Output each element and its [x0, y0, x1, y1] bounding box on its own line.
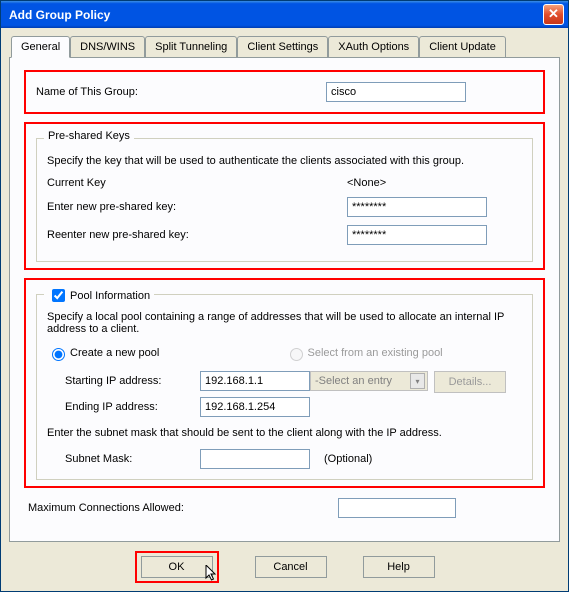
tab-general[interactable]: General — [11, 36, 70, 58]
titlebar: Add Group Policy ✕ — [1, 1, 568, 28]
tab-xauth-options[interactable]: XAuth Options — [328, 36, 419, 57]
tab-client-settings[interactable]: Client Settings — [237, 36, 328, 57]
subnet-mask-input[interactable] — [200, 449, 310, 469]
max-connections-input[interactable] — [338, 498, 456, 518]
subnet-optional-label: (Optional) — [324, 453, 372, 465]
psk-section: Pre-shared Keys Specify the key that wil… — [24, 122, 545, 270]
general-pane: Name of This Group: Pre-shared Keys Spec… — [9, 57, 560, 542]
current-key-value: <None> — [347, 177, 386, 189]
window-title: Add Group Policy — [9, 8, 543, 22]
tab-bar: General DNS/WINS Split Tunneling Client … — [11, 36, 560, 57]
radio-create-new-label: Create a new pool — [70, 347, 159, 359]
radio-select-existing-pool — [290, 348, 303, 361]
pool-section: Pool Information Specify a local pool co… — [24, 278, 545, 488]
group-name-input[interactable] — [326, 82, 466, 102]
radio-create-new-pool[interactable] — [52, 348, 65, 361]
pool-description: Specify a local pool containing a range … — [47, 311, 522, 335]
details-button: Details... — [434, 371, 506, 393]
enter-key-label: Enter new pre-shared key: — [47, 201, 347, 213]
group-name-label: Name of This Group: — [36, 86, 326, 98]
current-key-label: Current Key — [47, 177, 347, 189]
max-connections-label: Maximum Connections Allowed: — [28, 502, 338, 514]
close-button[interactable]: ✕ — [543, 4, 564, 25]
psk-legend: Pre-shared Keys — [44, 130, 134, 142]
group-name-section: Name of This Group: — [24, 70, 545, 114]
radio-select-existing-label: Select from an existing pool — [308, 347, 443, 359]
psk-description: Specify the key that will be used to aut… — [47, 155, 522, 167]
enter-key-input[interactable] — [347, 197, 487, 217]
tab-client-update[interactable]: Client Update — [419, 36, 506, 57]
subnet-description: Enter the subnet mask that should be sen… — [47, 427, 522, 439]
pool-fieldset: Pool Information Specify a local pool co… — [36, 294, 533, 480]
pool-legend-label: Pool Information — [70, 290, 150, 302]
close-icon: ✕ — [548, 6, 559, 21]
psk-fieldset: Pre-shared Keys Specify the key that wil… — [36, 138, 533, 262]
tab-split-tunneling[interactable]: Split Tunneling — [145, 36, 237, 57]
reenter-key-input[interactable] — [347, 225, 487, 245]
help-button[interactable]: Help — [363, 556, 435, 578]
reenter-key-label: Reenter new pre-shared key: — [47, 229, 347, 241]
chevron-down-icon: ▾ — [410, 373, 425, 389]
ok-highlight: OK — [135, 551, 219, 583]
dialog-window: Add Group Policy ✕ General DNS/WINS Spli… — [0, 0, 569, 592]
ending-ip-input[interactable] — [200, 397, 310, 417]
pool-info-checkbox[interactable] — [52, 289, 65, 302]
subnet-mask-label: Subnet Mask: — [65, 453, 200, 465]
tab-dns-wins[interactable]: DNS/WINS — [70, 36, 145, 57]
ok-button[interactable]: OK — [141, 556, 213, 578]
max-connections-row: Maximum Connections Allowed: — [28, 498, 541, 518]
cancel-button[interactable]: Cancel — [255, 556, 327, 578]
ending-ip-label: Ending IP address: — [65, 401, 200, 413]
starting-ip-label: Starting IP address: — [65, 375, 200, 387]
starting-ip-input[interactable] — [200, 371, 310, 391]
content-area: General DNS/WINS Split Tunneling Client … — [1, 28, 568, 551]
select-placeholder: -Select an entry — [315, 375, 392, 387]
button-bar: OK Cancel Help — [1, 551, 568, 583]
existing-pool-select: -Select an entry ▾ — [310, 371, 428, 391]
